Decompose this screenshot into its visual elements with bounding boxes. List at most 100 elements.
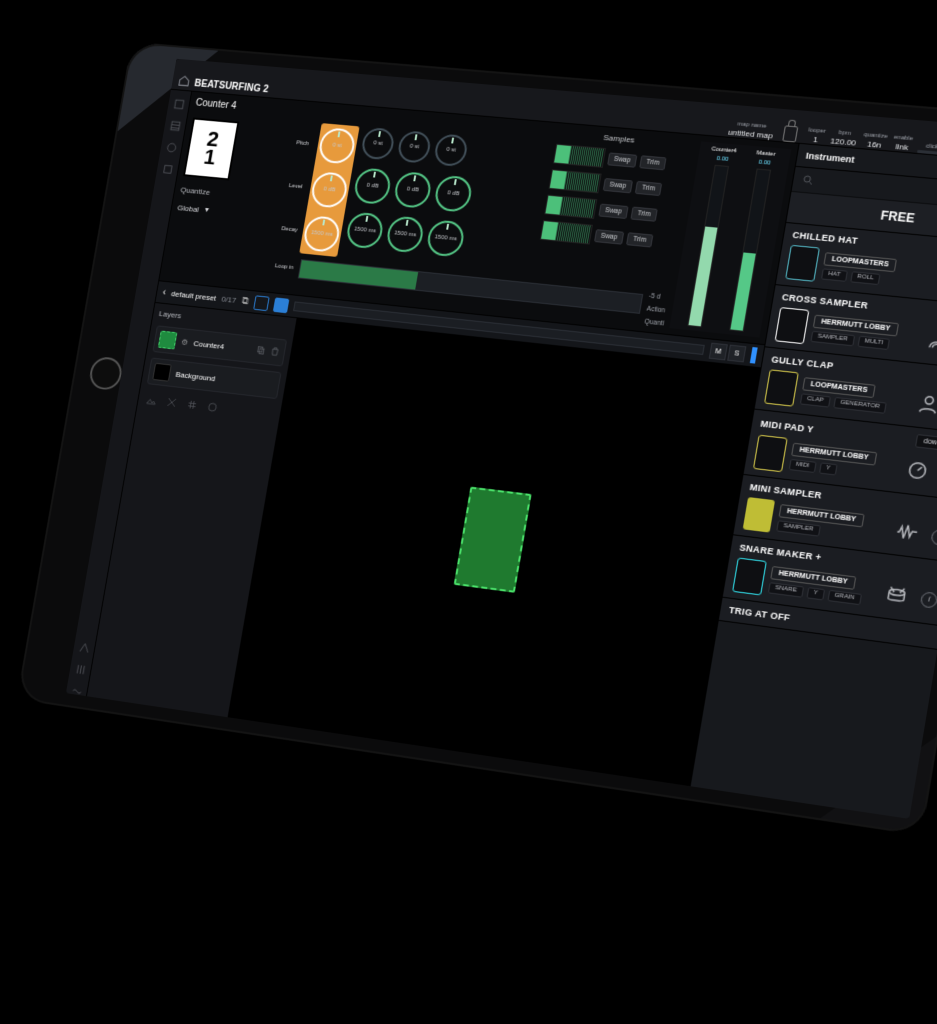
level-knob[interactable]: 0 dB — [433, 175, 474, 213]
samples-label: Samples — [603, 133, 636, 145]
pitch-knob[interactable]: 0 st — [433, 133, 469, 167]
info-icon[interactable]: i — [920, 591, 937, 608]
rail-icon[interactable] — [172, 98, 186, 111]
tag: SAMPLER — [776, 520, 820, 536]
tag: MULTI — [857, 335, 890, 349]
instrument-icon — [913, 389, 937, 419]
app-screen: BEATSURFING 2 map nameuntitled map loope… — [66, 59, 937, 819]
trim-button[interactable]: Trim — [626, 232, 653, 247]
level-knob-master[interactable]: 0 dB — [309, 171, 349, 209]
pitch-knob-master[interactable]: 0 st — [317, 127, 357, 165]
tag: Y — [806, 587, 825, 600]
instrument-icon — [891, 518, 923, 548]
param-label: Decay — [281, 226, 298, 233]
trim-button[interactable]: Trim — [631, 206, 658, 221]
color-swatch[interactable] — [253, 295, 270, 311]
tag: GENERATOR — [833, 396, 887, 413]
rail-icon[interactable] — [160, 163, 174, 176]
instrument-icon — [880, 580, 912, 610]
solo-button[interactable]: S — [727, 345, 746, 363]
instrument-thumb — [775, 307, 810, 344]
enable-link[interactable]: enablelink — [892, 135, 914, 153]
level-knob[interactable]: 0 dB — [392, 171, 433, 209]
meter-name: Master — [756, 150, 776, 158]
tag: GRAIN — [827, 589, 862, 604]
rail-icon[interactable] — [70, 684, 84, 698]
snap-tool-icon[interactable] — [165, 396, 179, 412]
trash-icon[interactable] — [269, 345, 281, 359]
preset-prev[interactable]: ‹ — [162, 287, 167, 298]
swap-button[interactable]: Swap — [594, 229, 624, 245]
instrument-title: MIDI PAD Y — [760, 418, 815, 434]
decay-knob[interactable]: 1500 ms — [425, 219, 466, 257]
layer-swatch — [152, 363, 172, 382]
mute-button[interactable]: M — [709, 343, 728, 361]
instrument-icon — [923, 326, 937, 355]
rail-icon[interactable] — [77, 641, 91, 655]
decay-knob[interactable]: 1500 ms — [345, 211, 385, 249]
layer-swatch — [158, 331, 178, 350]
layer-name: Background — [175, 370, 216, 383]
level-knob[interactable]: 0 dB — [352, 167, 392, 205]
rail-icon[interactable] — [168, 119, 182, 132]
color-tool-icon[interactable] — [205, 401, 219, 417]
quantize[interactable]: quantize16n — [862, 132, 889, 150]
meter-bar — [687, 165, 729, 328]
instrument-thumb — [743, 497, 775, 533]
param-label: Level — [288, 183, 305, 190]
pitch-knob[interactable]: 0 st — [396, 130, 432, 164]
instrument-thumb — [732, 557, 767, 595]
home-icon[interactable] — [177, 74, 192, 90]
global-select[interactable]: Global — [177, 203, 279, 221]
color-swatch-active[interactable] — [272, 297, 289, 313]
instrument-thumb — [785, 245, 820, 282]
rail-sliders-icon[interactable] — [73, 663, 87, 677]
copy-icon[interactable]: ⧉ — [241, 295, 249, 306]
pad-object[interactable] — [454, 487, 532, 593]
layer-name: Counter4 — [193, 339, 225, 351]
tag: HAT — [821, 268, 848, 282]
action-label: Action — [646, 306, 667, 315]
quanti-label: Quanti — [644, 318, 665, 327]
swap-button[interactable]: Swap — [607, 152, 637, 167]
instrument-title: CHILLED HAT — [792, 230, 859, 246]
sample-waveform[interactable] — [544, 195, 597, 219]
tag: CLAP — [800, 393, 831, 407]
looper[interactable]: looper1 — [806, 127, 826, 145]
decay-knob[interactable]: 1500 ms — [385, 215, 426, 253]
loopin-label: Loop in — [274, 263, 293, 271]
meter-bar — [729, 168, 771, 331]
trim-button[interactable]: Trim — [639, 155, 666, 170]
tag: MIDI — [789, 458, 817, 472]
meter-value: 0.00 — [758, 160, 771, 167]
preset-name[interactable]: default preset — [171, 289, 217, 302]
download-button[interactable]: download — [915, 434, 937, 453]
tag: Y — [819, 462, 838, 475]
info-icon[interactable]: i — [930, 528, 937, 545]
decay-knob-master[interactable]: 1500 ms — [302, 215, 342, 253]
instrument-thumb — [764, 369, 799, 406]
trim-button[interactable]: Trim — [635, 180, 662, 195]
sample-waveform[interactable] — [540, 220, 593, 244]
sample-waveform[interactable] — [553, 144, 606, 168]
instrument-icon — [901, 456, 933, 486]
tag: SNARE — [768, 582, 804, 598]
canvas[interactable] — [228, 318, 760, 789]
image-tool-icon[interactable] — [145, 394, 158, 410]
swap-button[interactable]: Swap — [598, 203, 628, 218]
swap-button[interactable]: Swap — [603, 177, 633, 192]
quantize-label: Quantize — [180, 185, 282, 203]
tag: SAMPLER — [810, 330, 854, 346]
sample-waveform[interactable] — [548, 169, 601, 193]
lock-icon[interactable] — [782, 125, 798, 142]
bpm[interactable]: bpm120.00 — [830, 129, 858, 147]
rail-icon[interactable] — [164, 141, 178, 154]
tablet-frame: BEATSURFING 2 map nameuntitled map loope… — [17, 42, 937, 836]
pitch-knob[interactable]: 0 st — [360, 127, 396, 160]
grid-tool-icon[interactable] — [185, 398, 199, 414]
instrument-thumb — [753, 435, 788, 473]
instrument-title: GULLY CLAP — [771, 354, 835, 371]
gear-icon[interactable]: ⚙ — [181, 337, 189, 346]
gain-hint: -5 d — [648, 293, 669, 302]
duplicate-icon[interactable] — [255, 344, 267, 358]
